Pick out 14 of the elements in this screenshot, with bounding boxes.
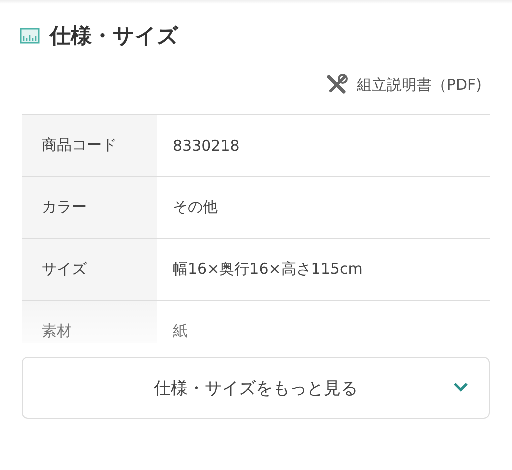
spec-value: その他 [172,197,218,218]
spec-label: 素材 [22,301,157,343]
section-title: 仕様・サイズ [50,23,179,50]
spec-value: 幅16×奥行16×高さ115cm [172,259,363,280]
spec-value: 8330218 [172,136,240,156]
spec-label: カラー [22,177,157,238]
manual-link[interactable]: 組立説明書（PDF) [324,70,482,100]
spec-value: 紙 [172,321,188,342]
ruler-chart-icon [20,28,40,44]
chevron-down-icon [453,382,469,392]
tools-icon [324,73,349,97]
spec-label: サイズ [22,239,157,300]
show-more-button[interactable]: 仕様・サイズをもっと見る [22,357,490,419]
spec-label: 商品コード [22,115,157,176]
